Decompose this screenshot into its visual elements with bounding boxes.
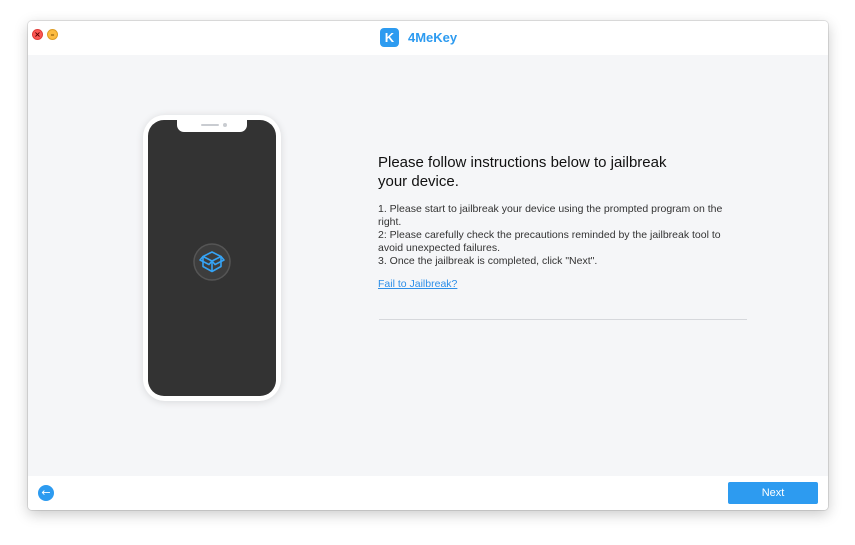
instructions-steps: 1. Please start to jailbreak your device… xyxy=(378,203,748,268)
phone-camera xyxy=(223,123,227,127)
step-1: 1. Please start to jailbreak your device… xyxy=(378,203,723,228)
instructions-heading: Please follow instructions below to jail… xyxy=(378,154,667,190)
instructions-panel: Please follow instructions below to jail… xyxy=(378,153,748,292)
app-logo-icon: K xyxy=(380,28,399,47)
step-3: 3. Once the jailbreak is completed, clic… xyxy=(378,255,598,267)
cydia-box-icon xyxy=(193,243,231,281)
logo-letter: K xyxy=(384,30,395,45)
phone-notch xyxy=(177,120,247,132)
step-2: 2: Please carefully check the precaution… xyxy=(378,229,721,254)
app-title: K 4MeKey xyxy=(380,28,457,47)
close-window-button[interactable]: × xyxy=(32,29,43,40)
title-bar: × – K 4MeKey xyxy=(28,21,828,55)
minimize-window-button[interactable]: – xyxy=(47,29,58,40)
phone-illustration xyxy=(143,115,281,401)
app-name: 4MeKey xyxy=(408,30,458,45)
footer-bar: ← Next xyxy=(28,476,828,510)
minimize-icon: – xyxy=(50,29,55,39)
app-window: × – K 4MeKey Please follow instructions … xyxy=(28,21,828,510)
arrow-left-icon: ← xyxy=(41,486,51,499)
phone-screen xyxy=(148,120,276,396)
next-button[interactable]: Next xyxy=(728,482,818,504)
back-button[interactable]: ← xyxy=(38,485,54,501)
divider xyxy=(379,319,747,320)
close-icon: × xyxy=(34,29,41,39)
phone-speaker xyxy=(201,124,219,126)
fail-to-jailbreak-link[interactable]: Fail to Jailbreak? xyxy=(378,278,457,290)
